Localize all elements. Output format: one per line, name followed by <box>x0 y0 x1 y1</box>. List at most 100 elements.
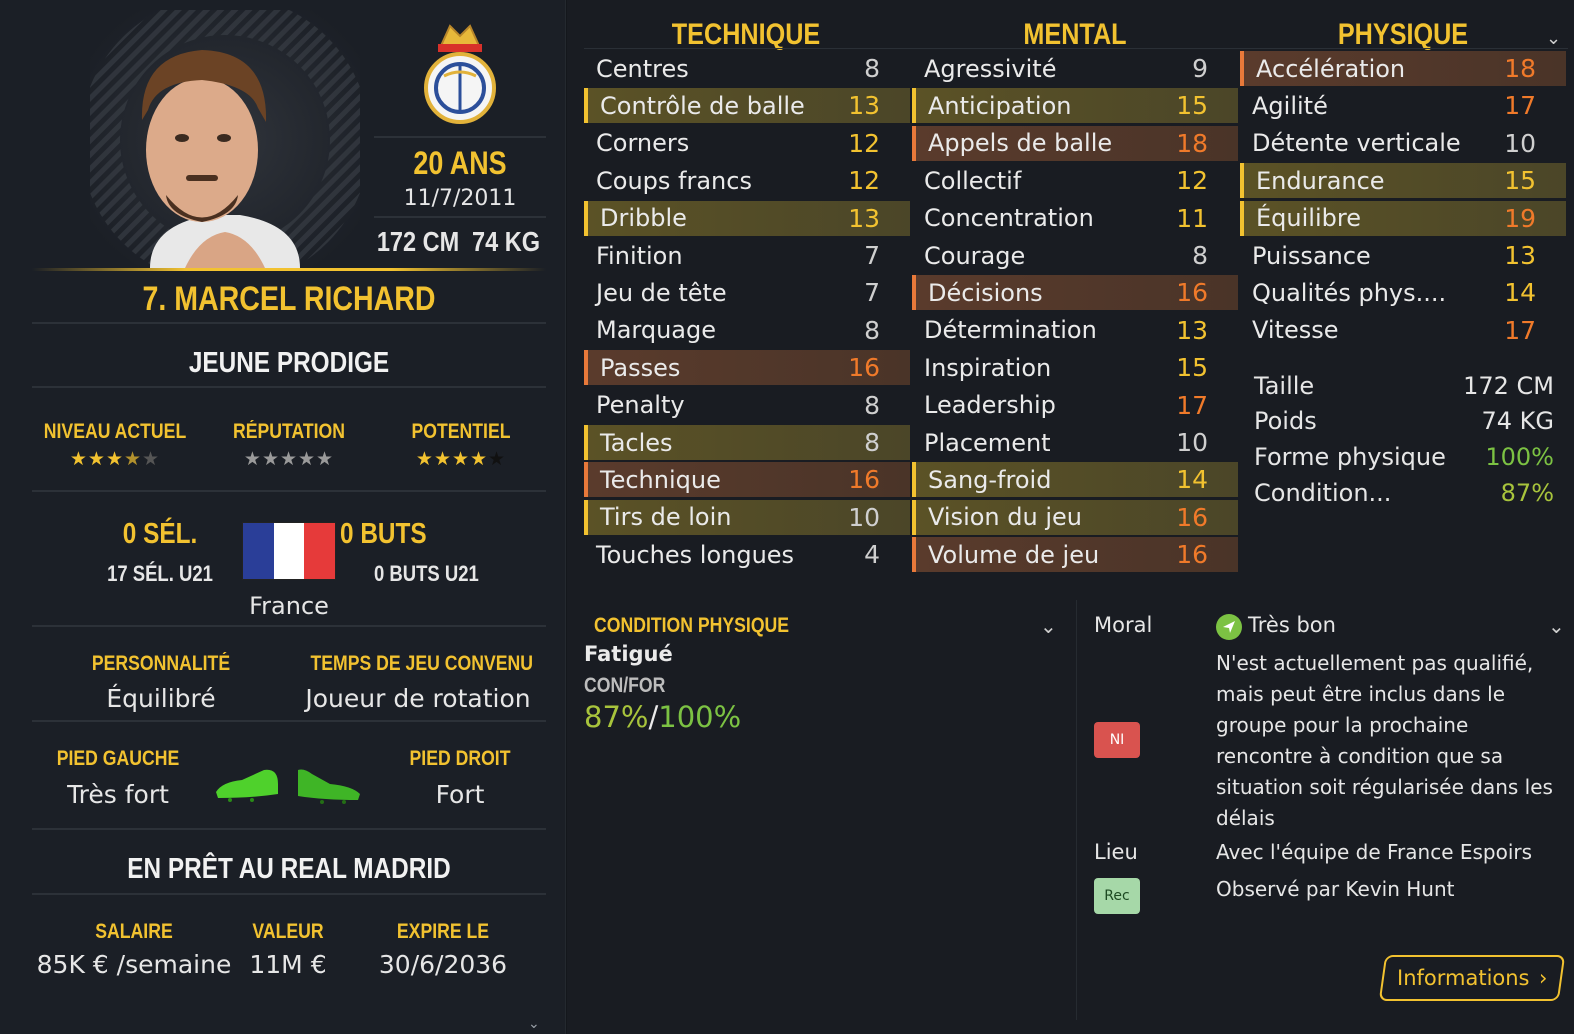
height-label: Taille <box>1254 372 1315 400</box>
nation-flag-icon[interactable] <box>242 522 336 580</box>
weight-label: Poids <box>1254 407 1317 435</box>
rating-current: NIVEAU ACTUEL ★★★★★ <box>20 420 210 470</box>
club-crest-icon[interactable] <box>420 18 500 126</box>
divider <box>374 216 546 218</box>
attribute-row-mental[interactable]: Anticipation 15 <box>912 88 1238 124</box>
informations-button[interactable]: Informations › <box>1378 955 1566 1001</box>
attribute-row-technique[interactable]: Marquage 8 <box>584 313 910 348</box>
attribute-name: Vitesse <box>1252 316 1339 345</box>
attribute-row-mental[interactable]: Détermination 13 <box>912 313 1238 348</box>
attribute-value: 10 <box>1504 128 1536 158</box>
goals: 0 BUTS <box>340 518 427 550</box>
nation-name[interactable]: France <box>208 592 370 620</box>
chevron-down-icon[interactable]: ⌄ <box>1040 614 1057 638</box>
personality-value: Équilibré <box>106 684 216 713</box>
attribute-row-mental[interactable]: Collectif 12 <box>912 163 1238 198</box>
rec-tag[interactable]: Rec <box>1094 878 1140 914</box>
chevron-down-icon[interactable]: ⌄ <box>528 1016 548 1032</box>
attribute-value: 12 <box>1176 166 1208 196</box>
attribute-name: Agilité <box>1252 91 1328 120</box>
attribute-row-mental[interactable]: Leadership 17 <box>912 388 1238 423</box>
attribute-name: Passes <box>600 353 681 382</box>
attribute-row-mental[interactable]: Appels de balle 18 <box>912 125 1238 161</box>
attribute-value: 18 <box>1504 54 1536 83</box>
condition-value: 87% <box>1500 479 1554 507</box>
attribute-value: 14 <box>1176 465 1208 495</box>
attribute-value: 13 <box>848 203 880 233</box>
attribute-row-technique[interactable]: Jeu de tête 7 <box>584 275 910 310</box>
salary-value: 85K € /semaine <box>36 950 232 979</box>
attribute-row-technique[interactable]: Touches longues 4 <box>584 537 910 572</box>
attribute-name: Marquage <box>596 316 717 345</box>
attribute-row-technique[interactable]: Centres 8 <box>584 51 910 86</box>
attribute-row-physique[interactable]: Équilibre 19 <box>1240 200 1566 236</box>
attribute-name: Appels de balle <box>928 129 1113 158</box>
divider <box>32 322 546 324</box>
right-foot-value: Fort <box>435 780 485 809</box>
attribute-row-technique[interactable]: Tirs de loin 10 <box>584 499 910 535</box>
attribute-row-technique[interactable]: Dribble 13 <box>584 200 910 236</box>
attribute-row-physique[interactable]: Vitesse 17 <box>1240 313 1566 348</box>
ni-tag[interactable]: NI <box>1094 722 1140 758</box>
playtime-value: Joueur de rotation <box>305 684 531 713</box>
attribute-name: Qualités phys.... <box>1252 278 1447 307</box>
value-label: VALEUR <box>252 920 324 943</box>
attribute-name: Volume de jeu <box>928 540 1100 569</box>
attribute-row-mental[interactable]: Volume de jeu 16 <box>912 537 1238 573</box>
con-for-values: 87%/100% <box>584 700 742 734</box>
loan-status[interactable]: EN PRÊT AU REAL MADRID <box>32 853 546 886</box>
attribute-row-technique[interactable]: Technique 16 <box>584 462 910 498</box>
attribute-row-mental[interactable]: Sang-froid 14 <box>912 462 1238 498</box>
attribute-row-mental[interactable]: Vision du jeu 16 <box>912 499 1238 535</box>
attribute-row-mental[interactable]: Courage 8 <box>912 238 1238 273</box>
chevron-down-icon[interactable]: ⌄ <box>1548 614 1565 638</box>
attribute-row-mental[interactable]: Concentration 11 <box>912 201 1238 236</box>
chevron-right-icon: › <box>1539 966 1548 990</box>
eligibility-note: N'est actuellement pas qualifié, mais pe… <box>1216 651 1553 830</box>
attribute-value: 8 <box>864 315 880 345</box>
attribute-row-physique[interactable]: Qualités phys.... 14 <box>1240 275 1566 310</box>
attribute-row-technique[interactable]: Penalty 8 <box>584 388 910 423</box>
boots-icon <box>212 762 364 806</box>
divider <box>32 386 546 388</box>
attribute-row-mental[interactable]: Placement 10 <box>912 425 1238 460</box>
attribute-row-physique[interactable]: Agilité 17 <box>1240 88 1566 123</box>
column-header-mental: MENTAL <box>1023 18 1127 51</box>
attribute-row-physique[interactable]: Accélération 18 <box>1240 51 1566 86</box>
attribute-row-mental[interactable]: Décisions 16 <box>912 275 1238 311</box>
attribute-row-technique[interactable]: Coups francs 12 <box>584 163 910 198</box>
attribute-value: 16 <box>1176 278 1208 308</box>
attribute-row-physique[interactable]: Détente verticale 10 <box>1240 126 1566 161</box>
attribute-row-physique[interactable]: Endurance 15 <box>1240 163 1566 199</box>
playtime-label: TEMPS DE JEU CONVENU <box>310 652 533 675</box>
attribute-value: 15 <box>1176 91 1208 121</box>
salary-label: SALAIRE <box>95 920 173 943</box>
height-value: 172 CM <box>1463 372 1554 400</box>
attribute-row-technique[interactable]: Corners 12 <box>584 126 910 161</box>
attribute-name: Touches longues <box>596 540 795 569</box>
scout-note: Observé par Kevin Hunt <box>1216 877 1455 901</box>
attribute-name: Endurance <box>1256 166 1385 195</box>
attribute-row-mental[interactable]: Inspiration 15 <box>912 350 1238 385</box>
rating-potential: POTENTIEL ★★★★★ <box>366 420 556 470</box>
attribute-value: 16 <box>1176 502 1208 532</box>
player-dob: 11/7/2011 <box>403 186 517 211</box>
attribute-name: Accélération <box>1256 54 1406 83</box>
attribute-row-physique[interactable]: Puissance 13 <box>1240 238 1566 273</box>
attribute-value: 11 <box>1176 203 1208 233</box>
attribute-row-technique[interactable]: Contrôle de balle 13 <box>584 88 910 124</box>
attribute-row-technique[interactable]: Tacles 8 <box>584 425 910 460</box>
caps: 0 SÉL. <box>122 518 198 550</box>
weight-value: 74 KG <box>1481 407 1554 435</box>
morale-value: Très bon <box>1248 613 1336 637</box>
attribute-row-mental[interactable]: Agressivité 9 <box>912 51 1238 86</box>
expires-label: EXPIRE LE <box>396 920 490 943</box>
player-avatar <box>90 10 360 268</box>
con-for-label: CON/FOR <box>584 674 666 697</box>
attribute-value: 10 <box>848 502 880 532</box>
chevron-down-icon[interactable]: ⌄ <box>1546 28 1561 49</box>
attribute-row-technique[interactable]: Finition 7 <box>584 238 910 273</box>
attribute-row-technique[interactable]: Passes 16 <box>584 350 910 386</box>
attribute-name: Leadership <box>924 391 1056 420</box>
player-weight: 74 KG <box>472 226 540 257</box>
